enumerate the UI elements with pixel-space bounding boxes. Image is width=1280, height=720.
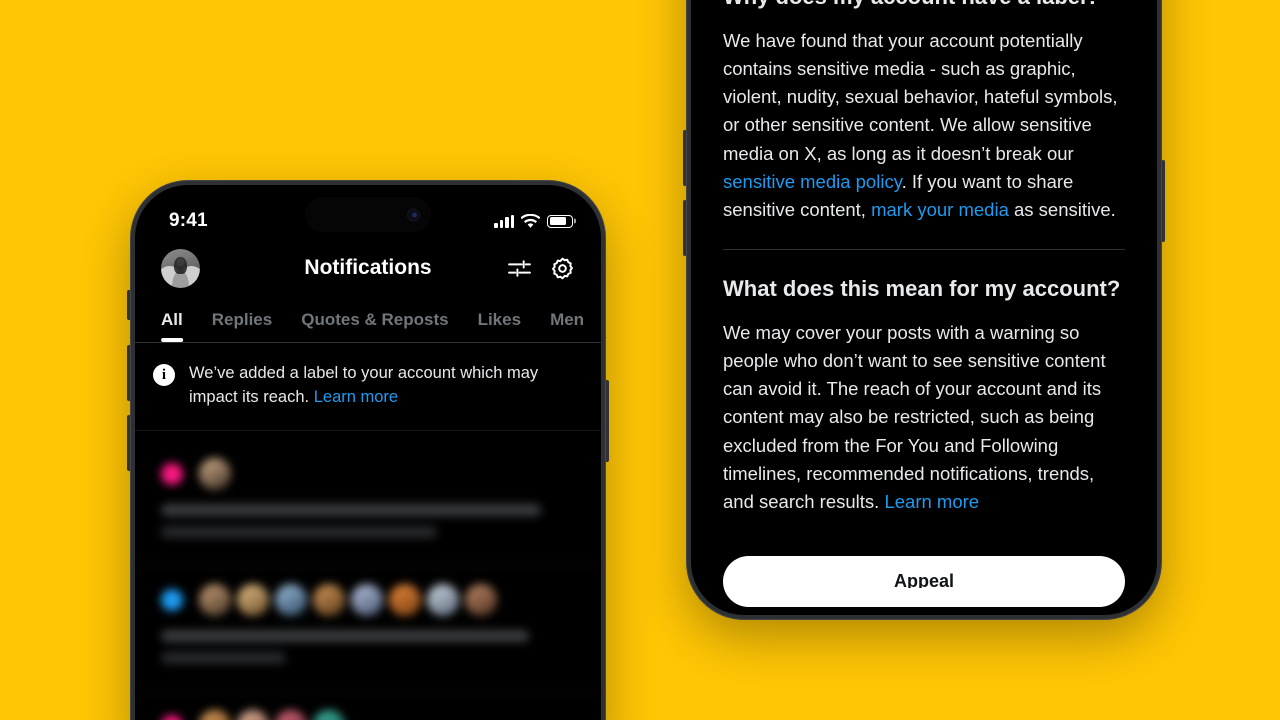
notification-body-line — [161, 525, 437, 538]
account-label-banner[interactable]: i We’ve added a label to your account wh… — [135, 343, 601, 431]
gear-icon[interactable] — [550, 256, 575, 281]
tab-mentions[interactable]: Men — [550, 310, 584, 342]
notification-body-line — [161, 651, 287, 664]
status-bar-indicators — [494, 213, 573, 229]
appeal-button[interactable]: Appeal — [723, 555, 1125, 607]
filter-sliders-icon[interactable] — [507, 256, 532, 281]
avatar — [389, 583, 421, 616]
section-divider — [723, 248, 1125, 250]
avatar — [199, 457, 231, 490]
reply-badge-icon — [161, 588, 183, 611]
volume-down-button[interactable] — [683, 200, 687, 256]
like-badge-icon — [161, 462, 183, 485]
profile-avatar[interactable] — [161, 248, 200, 288]
wifi-icon — [521, 213, 540, 229]
avatar — [237, 709, 269, 720]
notification-row[interactable] — [135, 441, 601, 567]
mark-your-media-link[interactable]: mark your media — [871, 199, 1009, 220]
cellular-signal-icon — [494, 214, 514, 228]
banner-learn-more-link[interactable]: Learn more — [314, 388, 398, 406]
battery-icon — [547, 214, 573, 228]
info-circle-icon: i — [153, 364, 175, 386]
volume-down-button[interactable] — [127, 415, 131, 471]
sensitive-media-policy-link[interactable]: sensitive media policy — [723, 171, 902, 192]
right-phone-mockup: Why does my account have a label? We hav… — [683, 0, 1165, 620]
notifications-list — [135, 431, 601, 720]
volume-up-button[interactable] — [127, 345, 131, 401]
section-two-heading: What does this mean for my account? — [723, 275, 1121, 301]
section-one-body-part-3: as sensitive. — [1008, 198, 1116, 220]
avatar — [275, 709, 307, 720]
left-phone-screen: 9:41 Notifications All Replies Quotes & … — [135, 185, 601, 720]
notifications-header: Notifications — [135, 243, 601, 299]
tab-replies[interactable]: Replies — [212, 310, 272, 342]
volume-up-button[interactable] — [683, 130, 687, 186]
tab-all[interactable]: All — [161, 310, 183, 342]
section-two-learn-more-link[interactable]: Learn more — [884, 491, 979, 512]
avatar — [313, 709, 345, 720]
tab-quotes-reposts[interactable]: Quotes & Reposts — [301, 310, 448, 342]
avatar — [199, 583, 231, 616]
front-camera-icon — [407, 208, 420, 221]
right-phone-screen: Why does my account have a label? We hav… — [691, 0, 1157, 615]
section-one-heading: Why does my account have a label? — [723, 0, 1125, 11]
label-details-scrollview[interactable]: Why does my account have a label? We hav… — [691, 0, 1157, 615]
section-one-body: We have found that your account potentia… — [723, 27, 1125, 224]
avatar — [351, 583, 383, 616]
section-two-body: We may cover your posts with a warning s… — [723, 319, 1125, 516]
power-button[interactable] — [1161, 160, 1165, 242]
avatar — [465, 583, 497, 616]
like-badge-icon — [161, 714, 183, 720]
notification-row[interactable] — [135, 693, 601, 720]
avatar — [237, 583, 269, 616]
notification-row[interactable] — [135, 567, 601, 693]
section-one-body-part-1: We have found that your account potentia… — [723, 30, 1118, 164]
home-indicator[interactable] — [850, 588, 998, 593]
avatar — [275, 583, 307, 616]
notifications-tabbar[interactable]: All Replies Quotes & Reposts Likes Men — [135, 299, 601, 343]
mute-switch-button[interactable] — [127, 290, 131, 320]
avatar — [427, 583, 459, 616]
avatar — [199, 709, 231, 720]
notification-title-line — [161, 503, 542, 516]
power-button[interactable] — [605, 380, 609, 462]
tab-likes[interactable]: Likes — [478, 310, 521, 342]
section-two-body-part-1: We may cover your posts with a warning s… — [723, 322, 1106, 512]
dynamic-island — [305, 197, 431, 232]
account-label-banner-text: We’ve added a label to your account whic… — [189, 361, 575, 410]
status-bar-time: 9:41 — [169, 210, 208, 231]
header-actions — [507, 256, 575, 281]
avatar — [313, 583, 345, 616]
left-phone-mockup: 9:41 Notifications All Replies Quotes & … — [127, 180, 609, 720]
notification-title-line — [161, 629, 529, 642]
